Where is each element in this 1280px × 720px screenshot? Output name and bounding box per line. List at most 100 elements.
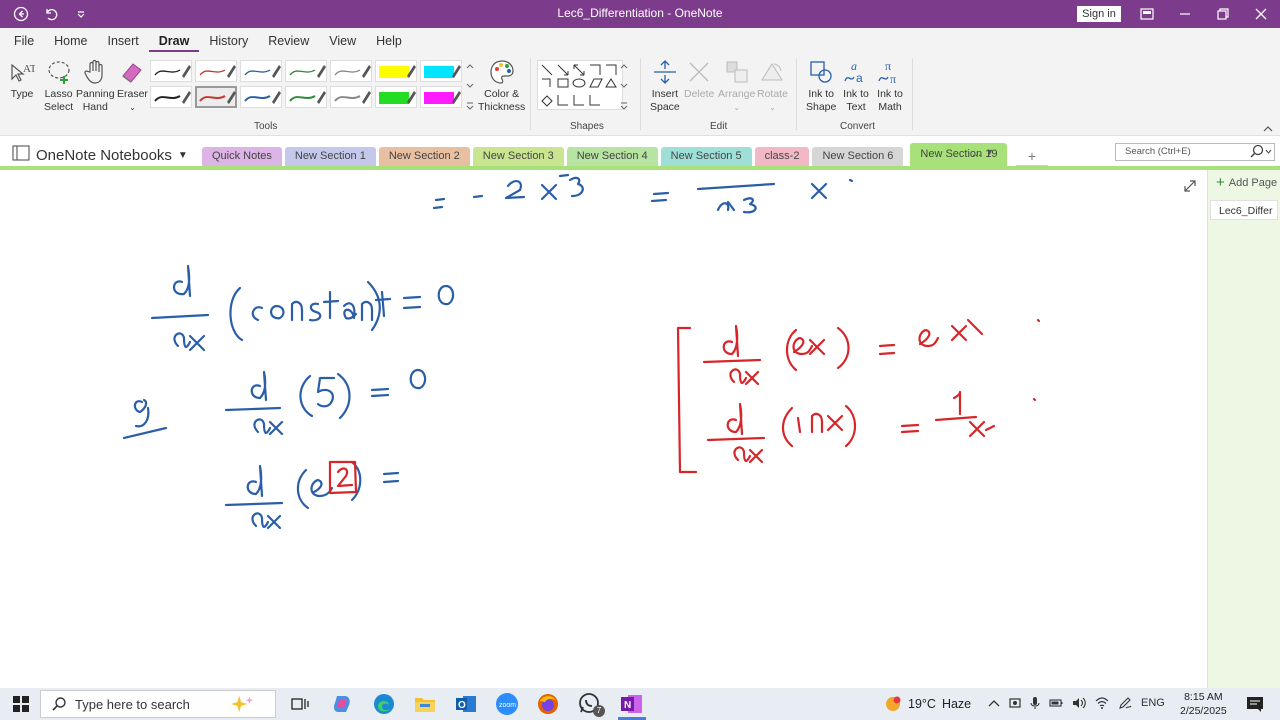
eraser-icon [118,58,146,86]
ink-to-math-button[interactable]: ππ Ink to Math [876,58,904,114]
svg-text:zoom: zoom [499,702,516,709]
divider [796,58,797,130]
type-button[interactable]: AT Type [8,58,36,101]
tab-review[interactable]: Review [258,28,319,54]
add-section-icon[interactable]: + [1016,147,1048,166]
palette-icon [488,58,516,86]
color-thickness-button[interactable]: Color & Thickness [478,58,525,114]
microphone-icon[interactable] [1030,696,1040,710]
task-view-icon[interactable] [288,692,312,716]
section-tab-new-section-2[interactable]: New Section 2 [378,147,470,166]
notebook-icon [12,145,30,165]
battery-icon[interactable] [1049,698,1063,708]
pen-gallery-scroll[interactable] [465,60,475,112]
wifi-icon[interactable] [1095,697,1109,709]
title-bar: Lec6_Differentiation - OneNote Sign in [0,0,1280,28]
rotate-dropdown-icon: ⌄ [769,103,776,112]
notebook-selector[interactable]: OneNote Notebooks ▼ [12,145,188,165]
notifications-icon[interactable] [1243,692,1267,716]
whatsapp-icon[interactable]: 7 [578,692,605,717]
note-canvas[interactable] [0,170,1207,688]
tab-draw[interactable]: Draw [148,28,200,52]
tools-group-label: Tools [254,121,278,132]
outlook-icon[interactable]: O [454,692,478,716]
insert-space-button[interactable]: Insert Space [650,58,680,114]
windows-start-icon[interactable] [9,692,33,716]
sign-in-button[interactable]: Sign in [1077,6,1121,22]
system-tray: ENG [988,696,1165,710]
eraser-dropdown-icon[interactable]: ⌄ [129,101,136,114]
divider [530,58,531,130]
ink-drawing [122,173,1041,530]
pen-menu-icon[interactable] [1118,696,1132,710]
volume-icon[interactable] [1072,697,1086,709]
ink-to-text-icon: aa [842,58,870,86]
onenote-icon[interactable]: N [618,692,646,716]
edit-group-label: Edit [710,121,728,132]
language-indicator[interactable]: ENG [1141,697,1165,709]
section-tab-quick-notes[interactable]: Quick Notes [202,147,282,166]
tab-view[interactable]: View [319,28,366,54]
svg-text:O: O [458,700,466,711]
search-icon[interactable] [1249,144,1273,163]
type-icon: AT [8,58,36,86]
tab-home[interactable]: Home [44,28,97,54]
file-explorer-icon[interactable] [413,692,437,716]
expand-icon[interactable] [1183,179,1197,196]
chevron-up-icon[interactable] [988,698,1000,708]
minimize-icon[interactable] [1166,0,1204,28]
close-icon[interactable] [1242,0,1280,28]
red-ink-strokes [328,318,1041,495]
section-tab-new-section-3[interactable]: New Section 3 [472,147,564,166]
delete-icon [685,58,713,86]
section-tab-class-2[interactable]: class-2 [754,147,810,166]
lasso-select-button[interactable]: Lasso Select [44,58,73,114]
whatsapp-badge: 7 [593,705,605,717]
hand-icon [81,58,109,86]
eraser-button[interactable]: Eraser ⌄ [117,58,148,114]
panning-hand-button[interactable]: Panning Hand [76,58,115,114]
rotate-icon [758,58,786,86]
section-tab-new-section-6[interactable]: New Section 6 [812,147,904,166]
firefox-icon[interactable] [536,692,560,716]
pen-gallery [150,60,466,112]
edge-browser-icon[interactable] [372,692,396,716]
arrange-button[interactable]: Arrange ⌄ [718,58,755,114]
section-tab-new-section-1[interactable]: New Section 1 [284,147,376,166]
copilot-sparkle-icon[interactable] [230,692,254,716]
copilot-icon[interactable] [330,692,354,716]
arrange-dropdown-icon: ⌄ [733,103,741,112]
page-item-lec6[interactable]: Lec6_Differ [1210,200,1278,220]
divider [640,58,641,130]
tab-history[interactable]: History [199,28,258,54]
shapes-gallery-scroll[interactable] [619,60,629,112]
shapes-icons [541,64,617,107]
svg-text:a: a [856,71,863,85]
delete-button[interactable]: Delete [684,58,714,101]
clock[interactable]: 8:15 AM 2/25/2025 [1180,690,1227,718]
tab-help[interactable]: Help [366,28,412,54]
add-page-button[interactable]: + Add Page [1216,174,1277,191]
tab-file[interactable]: File [4,28,44,54]
notebook-dropdown-icon: ▼ [177,149,188,161]
ink-to-shape-button[interactable]: Ink to Shape [806,58,836,114]
meet-now-icon[interactable] [1009,697,1021,709]
ink-to-text-button[interactable]: aa Ink to Text [842,58,870,114]
section-tabs: Quick Notes New Section 1 New Section 2 New… [202,143,1008,166]
convert-group-label: Convert [840,121,876,132]
arrange-icon [723,58,751,86]
tab-insert[interactable]: Insert [98,28,149,54]
restore-icon[interactable] [1204,0,1242,28]
ink-to-math-icon: ππ [876,58,904,86]
full-screen-icon[interactable] [1128,0,1166,28]
shapes-gallery[interactable] [537,60,623,110]
section-tab-new-section-4[interactable]: New Section 4 [566,147,658,166]
zoom-icon[interactable]: zoom [495,692,519,716]
collapse-ribbon-icon[interactable] [1262,122,1274,136]
rotate-button[interactable]: Rotate ⌄ [757,58,788,114]
more-sections-button[interactable]: ... ▼ [972,147,994,159]
weather-widget[interactable]: 19°C Haze [884,696,971,712]
ribbon: AT Type Lasso Select Panning Hand Eraser… [0,54,1280,136]
insert-space-icon [651,58,679,86]
section-tab-new-section-5[interactable]: New Section 5 [660,147,752,166]
